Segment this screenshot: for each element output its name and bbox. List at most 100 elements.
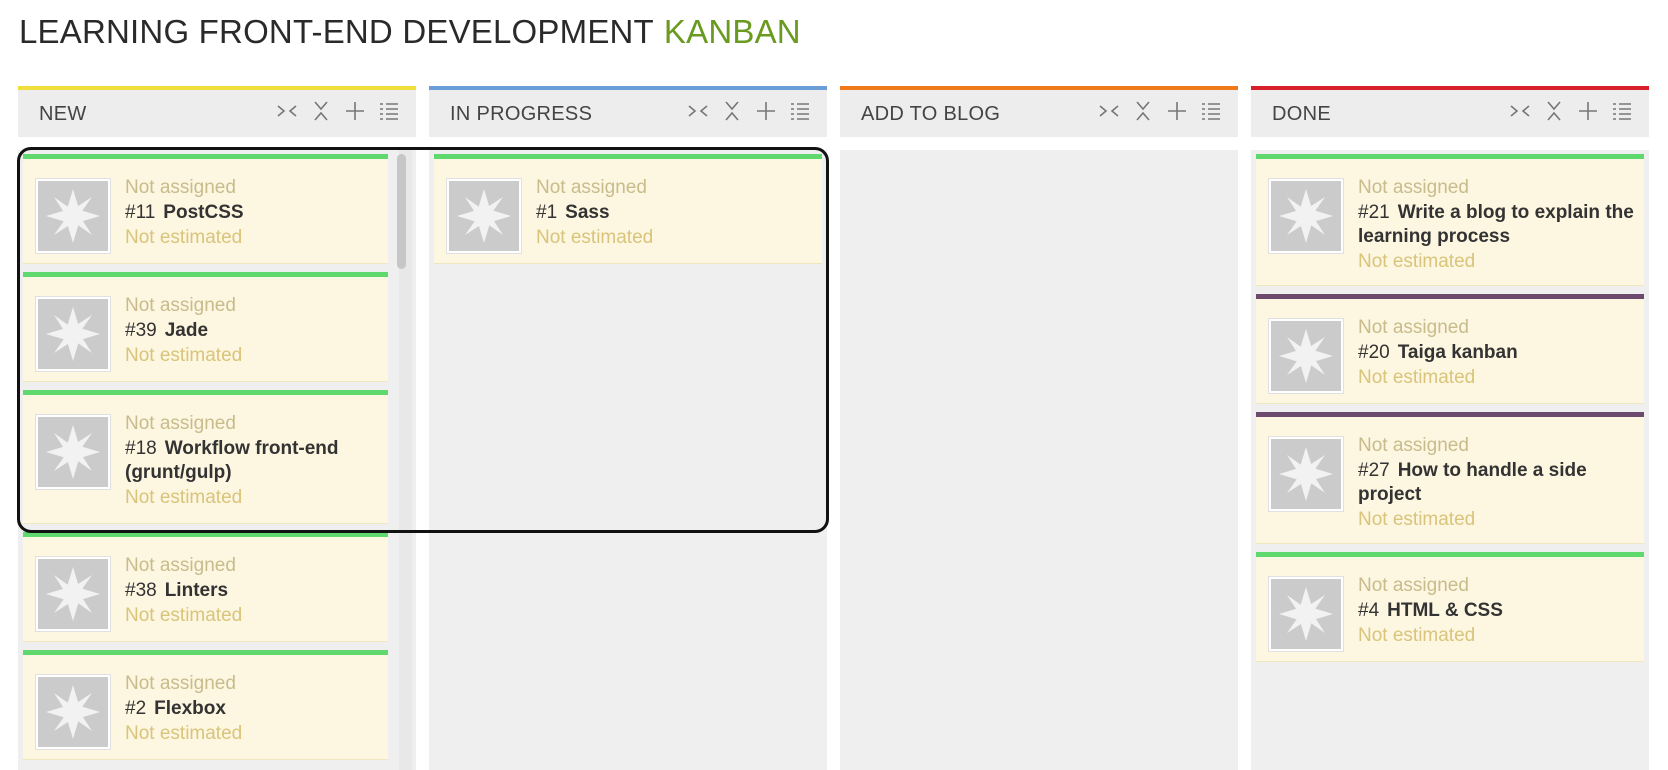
card-estimate: Not estimated xyxy=(125,487,243,508)
card[interactable]: Not assigned #4 HTML & CSS Not estimated xyxy=(1256,552,1644,662)
column-body[interactable]: Not assigned #21 Write a blog to explain … xyxy=(1251,150,1649,770)
avatar-placeholder-icon xyxy=(1269,437,1343,511)
card-title[interactable]: #11 PostCSS xyxy=(125,201,378,225)
add-icon[interactable] xyxy=(1575,98,1601,124)
card-assignee[interactable]: Not assigned xyxy=(1358,175,1634,201)
card-name: How to handle a side project xyxy=(1358,460,1587,505)
avatar-placeholder-icon xyxy=(1269,319,1343,393)
column-body[interactable]: Not assigned #11 PostCSS Not estimated No… xyxy=(18,150,416,770)
collapse-icon[interactable] xyxy=(719,98,745,124)
card-title[interactable]: #20 Taiga kanban xyxy=(1358,341,1634,365)
column-actions xyxy=(1507,98,1635,124)
fold-icon[interactable] xyxy=(1096,98,1122,124)
card-ref: #11 xyxy=(125,202,156,223)
bulk-add-icon[interactable] xyxy=(787,98,813,124)
column-header: DONE xyxy=(1251,86,1649,137)
card-assignee[interactable]: Not assigned xyxy=(125,175,378,201)
card-estimate: Not estimated xyxy=(125,723,243,744)
column-actions xyxy=(274,98,402,124)
card-ref: #1 xyxy=(536,202,558,223)
collapse-icon[interactable] xyxy=(308,98,334,124)
column-actions xyxy=(1096,98,1224,124)
card-assignee[interactable]: Not assigned xyxy=(1358,573,1634,599)
card[interactable]: Not assigned #39 Jade Not estimated xyxy=(23,272,388,382)
card-name: Linters xyxy=(164,580,229,601)
kanban-column-new: NEW Not assigned #11 PostCSS Not estimate… xyxy=(18,86,416,770)
card-name: Workflow front-end (grunt/gulp) xyxy=(125,438,339,483)
add-icon[interactable] xyxy=(753,98,779,124)
add-icon[interactable] xyxy=(1164,98,1190,124)
card-name: HTML & CSS xyxy=(1387,600,1503,621)
card-title[interactable]: #21 Write a blog to explain the learning … xyxy=(1358,201,1634,249)
avatar-placeholder-icon xyxy=(36,557,110,631)
column-body[interactable]: Not assigned #1 Sass Not estimated xyxy=(429,150,827,770)
card-estimate: Not estimated xyxy=(1358,509,1476,530)
column-body[interactable] xyxy=(840,150,1238,770)
card[interactable]: Not assigned #21 Write a blog to explain … xyxy=(1256,154,1644,286)
avatar-placeholder-icon xyxy=(1269,179,1343,253)
card-ref: #39 xyxy=(125,320,157,341)
card-estimate: Not estimated xyxy=(1358,251,1476,272)
bulk-add-icon[interactable] xyxy=(1609,98,1635,124)
card[interactable]: Not assigned #27 How to handle a side pro… xyxy=(1256,412,1644,544)
column-header: ADD TO BLOG xyxy=(840,86,1238,137)
card-name: Write a blog to explain the learning pro… xyxy=(1358,202,1634,247)
column-title: DONE xyxy=(1272,103,1331,125)
avatar-placeholder-icon xyxy=(1269,577,1343,651)
card[interactable]: Not assigned #1 Sass Not estimated xyxy=(434,154,822,264)
collapse-icon[interactable] xyxy=(1130,98,1156,124)
column-title: ADD TO BLOG xyxy=(861,103,1001,125)
avatar-placeholder-icon xyxy=(36,179,110,253)
card-name: Flexbox xyxy=(154,698,226,719)
card-title[interactable]: #1 Sass xyxy=(536,201,812,225)
card-title[interactable]: #18 Workflow front-end (grunt/gulp) xyxy=(125,437,378,485)
card-title[interactable]: #27 How to handle a side project xyxy=(1358,459,1634,507)
column-title: NEW xyxy=(39,103,87,125)
card-ref: #21 xyxy=(1358,202,1390,223)
card-title[interactable]: #2 Flexbox xyxy=(125,697,378,721)
card-assignee[interactable]: Not assigned xyxy=(1358,315,1634,341)
card-title[interactable]: #39 Jade xyxy=(125,319,378,343)
card[interactable]: Not assigned #11 PostCSS Not estimated xyxy=(23,154,388,264)
card-ref: #20 xyxy=(1358,342,1390,363)
fold-icon[interactable] xyxy=(1507,98,1533,124)
card-ref: #2 xyxy=(125,698,147,719)
card-estimate: Not estimated xyxy=(1358,367,1476,388)
kanban-column-add-to-blog: ADD TO BLOG xyxy=(840,86,1238,770)
card[interactable]: Not assigned #18 Workflow front-end (grun… xyxy=(23,390,388,524)
collapse-icon[interactable] xyxy=(1541,98,1567,124)
card-estimate: Not estimated xyxy=(125,227,243,248)
card-title[interactable]: #4 HTML & CSS xyxy=(1358,599,1634,623)
column-header: NEW xyxy=(18,86,416,137)
card-ref: #18 xyxy=(125,438,157,459)
card-estimate: Not estimated xyxy=(1358,625,1476,646)
card-estimate: Not estimated xyxy=(125,605,243,626)
page-title: LEARNING FRONT-END DEVELOPMENT KANBAN xyxy=(19,10,801,54)
scrollbar-thumb[interactable] xyxy=(397,154,406,269)
fold-icon[interactable] xyxy=(685,98,711,124)
page-title-accent: KANBAN xyxy=(663,13,801,50)
scrollbar-track[interactable] xyxy=(397,150,412,770)
card-ref: #4 xyxy=(1358,600,1380,621)
avatar-placeholder-icon xyxy=(36,297,110,371)
card-assignee[interactable]: Not assigned xyxy=(125,293,378,319)
fold-icon[interactable] xyxy=(274,98,300,124)
card-assignee[interactable]: Not assigned xyxy=(125,411,378,437)
card[interactable]: Not assigned #20 Taiga kanban Not estimat… xyxy=(1256,294,1644,404)
card-name: Taiga kanban xyxy=(1397,342,1518,363)
bulk-add-icon[interactable] xyxy=(1198,98,1224,124)
avatar-placeholder-icon xyxy=(36,415,110,489)
card-assignee[interactable]: Not assigned xyxy=(125,553,378,579)
card-assignee[interactable]: Not assigned xyxy=(536,175,812,201)
card-assignee[interactable]: Not assigned xyxy=(1358,433,1634,459)
card-name: PostCSS xyxy=(163,202,244,223)
card-assignee[interactable]: Not assigned xyxy=(125,671,378,697)
column-actions xyxy=(685,98,813,124)
add-icon[interactable] xyxy=(342,98,368,124)
card[interactable]: Not assigned #38 Linters Not estimated xyxy=(23,532,388,642)
card[interactable]: Not assigned #2 Flexbox Not estimated xyxy=(23,650,388,760)
card-name: Sass xyxy=(565,202,610,223)
bulk-add-icon[interactable] xyxy=(376,98,402,124)
card-ref: #38 xyxy=(125,580,157,601)
card-title[interactable]: #38 Linters xyxy=(125,579,378,603)
